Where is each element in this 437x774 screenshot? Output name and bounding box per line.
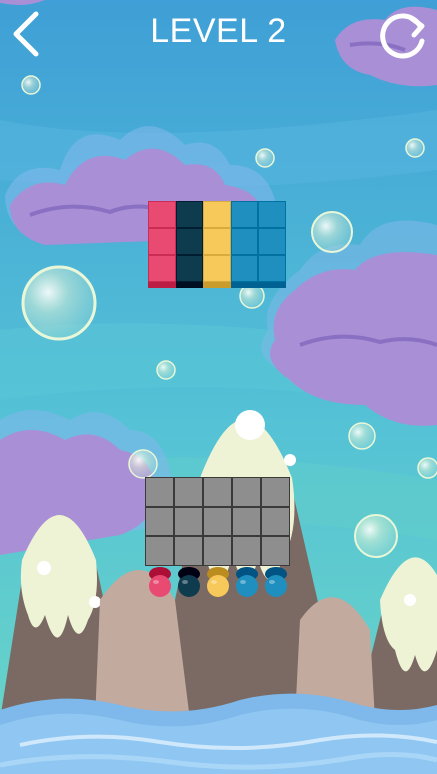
piece-drop-icon bbox=[148, 567, 171, 597]
target-cell bbox=[258, 201, 286, 228]
game-background bbox=[0, 0, 437, 774]
level-title: LEVEL 2 bbox=[150, 12, 287, 50]
board-cell[interactable] bbox=[233, 507, 260, 536]
board-cell[interactable] bbox=[204, 537, 231, 566]
board-cell[interactable] bbox=[233, 478, 260, 506]
board-cell[interactable] bbox=[204, 478, 231, 506]
color-piece[interactable] bbox=[177, 566, 201, 598]
restart-button[interactable] bbox=[376, 8, 430, 62]
piece-drop-icon bbox=[206, 567, 229, 597]
target-cell bbox=[258, 228, 286, 255]
target-cell bbox=[148, 255, 176, 282]
target-cell bbox=[148, 228, 176, 255]
target-cell-edge bbox=[258, 282, 286, 288]
board-cell[interactable] bbox=[262, 478, 289, 506]
restart-icon bbox=[380, 13, 425, 59]
color-piece[interactable] bbox=[148, 566, 172, 598]
board-cell[interactable] bbox=[233, 537, 260, 566]
target-cell-edge bbox=[230, 282, 258, 288]
target-pattern bbox=[148, 201, 286, 288]
piece-drop-icon bbox=[177, 567, 200, 597]
target-cell bbox=[258, 255, 286, 282]
board-cell[interactable] bbox=[146, 507, 173, 536]
board-cell[interactable] bbox=[146, 478, 173, 506]
color-piece[interactable] bbox=[264, 566, 288, 598]
board-cell[interactable] bbox=[175, 478, 202, 506]
color-piece[interactable] bbox=[206, 566, 230, 598]
target-cell bbox=[203, 201, 231, 228]
board-cell[interactable] bbox=[146, 537, 173, 566]
target-cell bbox=[230, 255, 258, 282]
piece-drop-icon bbox=[235, 567, 258, 597]
piece-drop-icon bbox=[264, 567, 287, 597]
target-cell bbox=[203, 255, 231, 282]
board-cell[interactable] bbox=[175, 537, 202, 566]
board-cell[interactable] bbox=[175, 507, 202, 536]
target-cell-edge bbox=[203, 282, 231, 288]
target-cell bbox=[148, 201, 176, 228]
board-cell[interactable] bbox=[262, 537, 289, 566]
game-board bbox=[145, 477, 290, 567]
target-cell bbox=[175, 201, 203, 228]
color-piece[interactable] bbox=[235, 566, 259, 598]
target-cell bbox=[175, 255, 203, 282]
target-cell-edge bbox=[175, 282, 203, 288]
target-cell bbox=[175, 228, 203, 255]
piece-tray bbox=[145, 566, 292, 602]
top-bar: LEVEL 2 bbox=[0, 0, 437, 70]
board-cell[interactable] bbox=[262, 507, 289, 536]
target-cell-edge bbox=[148, 282, 176, 288]
target-cell bbox=[230, 228, 258, 255]
target-cell bbox=[230, 201, 258, 228]
board-cell[interactable] bbox=[204, 507, 231, 536]
target-cell bbox=[203, 228, 231, 255]
